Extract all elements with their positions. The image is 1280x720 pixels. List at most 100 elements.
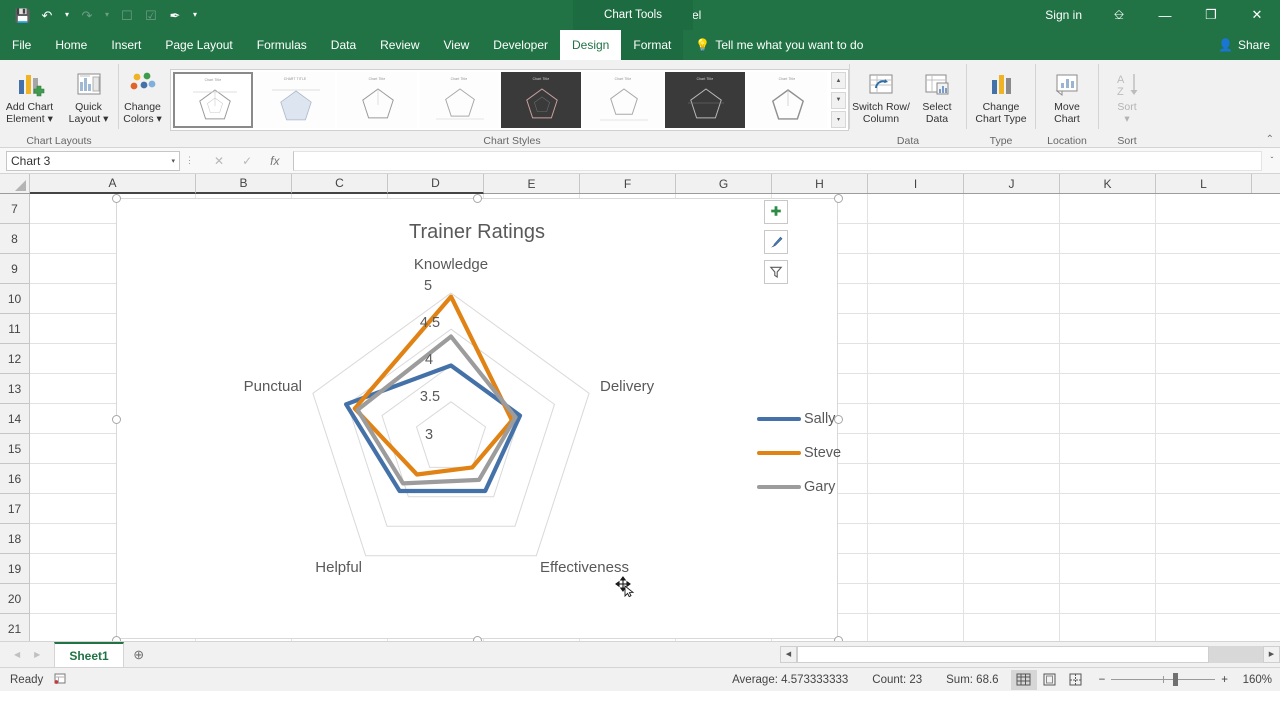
chart-title[interactable]: Trainer Ratings (117, 221, 837, 244)
tab-file[interactable]: File (0, 30, 43, 60)
scrollbar-track[interactable] (797, 645, 1263, 663)
collapse-ribbon-button[interactable]: ⌃ (1266, 134, 1274, 145)
column-header-d[interactable]: D (388, 174, 484, 194)
normal-view-button[interactable] (1010, 669, 1037, 690)
enter-icon[interactable]: ✓ (242, 154, 252, 168)
select-all-button[interactable] (0, 174, 30, 193)
resize-handle-middle-right[interactable] (834, 415, 843, 424)
column-header-c[interactable]: C (292, 174, 388, 194)
horizontal-scrollbar[interactable]: ◀ ▶ (780, 645, 1280, 663)
column-header-h[interactable]: H (772, 174, 868, 193)
chart-styles-gallery[interactable]: Chart Title CHART TITLE Chart Title Char… (170, 69, 849, 131)
tab-view[interactable]: View (432, 30, 482, 60)
resize-handle-middle-left[interactable] (112, 415, 121, 424)
row-header-7[interactable]: 7 (0, 194, 29, 224)
scroll-left-button[interactable]: ◀ (780, 645, 797, 663)
tab-data[interactable]: Data (319, 30, 368, 60)
chart-style-thumb-3[interactable]: Chart Title (337, 72, 417, 128)
column-header-j[interactable]: J (964, 174, 1060, 193)
cancel-icon[interactable]: ✕ (214, 154, 224, 168)
row-header-10[interactable]: 10 (0, 284, 29, 314)
chart-elements-button[interactable] (764, 200, 788, 224)
tell-me-box[interactable]: 💡 Tell me what you want to do (683, 30, 863, 60)
format-painter-icon[interactable]: ✒ (164, 4, 186, 26)
zoom-out-button[interactable]: − (1099, 674, 1106, 686)
resize-handle-top-right[interactable] (834, 194, 843, 203)
column-header-e[interactable]: E (484, 174, 580, 193)
row-header-21[interactable]: 21 (0, 614, 29, 641)
chart-style-thumb-6[interactable]: Chart Title (583, 72, 663, 128)
page-layout-view-button[interactable] (1037, 670, 1063, 690)
chart-style-thumb-7[interactable]: Chart Title (665, 72, 745, 128)
zoom-slider[interactable]: − + (1099, 673, 1228, 686)
row-header-15[interactable]: 15 (0, 434, 29, 464)
zoom-level-label[interactable]: 160% (1228, 674, 1272, 686)
row-header-11[interactable]: 11 (0, 314, 29, 344)
undo-dropdown-icon[interactable]: ▾ (60, 4, 74, 26)
row-header-19[interactable]: 19 (0, 554, 29, 584)
row-header-16[interactable]: 16 (0, 464, 29, 494)
column-header-i[interactable]: I (868, 174, 964, 193)
change-chart-type-button[interactable]: Change Chart Type (967, 64, 1035, 125)
resize-handle-bottom-right[interactable] (834, 636, 843, 641)
insert-function-icon[interactable]: fx (270, 154, 279, 168)
tab-formulas[interactable]: Formulas (245, 30, 319, 60)
scrollbar-thumb[interactable] (797, 645, 1209, 663)
resize-handle-bottom-left[interactable] (112, 636, 121, 641)
tab-page-layout[interactable]: Page Layout (153, 30, 244, 60)
grid-cells[interactable]: Trainer Ratings 5 4.5 4 3.5 3 Knowledge … (30, 194, 1280, 641)
column-header-g[interactable]: G (676, 174, 772, 193)
status-sum[interactable]: Sum: 68.6 (934, 674, 1010, 686)
ribbon-display-options-icon[interactable]: ⎒ (1096, 0, 1142, 30)
sign-in-button[interactable]: Sign in (1031, 8, 1096, 22)
name-box-dropdown-icon[interactable]: ▾ (171, 157, 175, 165)
tab-format[interactable]: Format (621, 30, 684, 60)
formula-input[interactable] (293, 150, 1262, 171)
chart-styles-button[interactable] (764, 230, 788, 254)
quick-layout-button[interactable]: Quick Layout ▾ (59, 64, 118, 125)
row-header-13[interactable]: 13 (0, 374, 29, 404)
save-icon[interactable]: 💾 (12, 4, 34, 26)
column-header-a[interactable]: A (30, 174, 196, 194)
radar-chart-plot[interactable]: 5 4.5 4 3.5 3 Knowledge Delivery Effecti… (117, 199, 839, 640)
customize-qat-icon[interactable]: ▾ (188, 4, 202, 26)
gallery-scroll-up-button[interactable]: ▲ (831, 72, 846, 89)
zoom-track[interactable] (1111, 673, 1216, 686)
column-header-b[interactable]: B (196, 174, 292, 194)
close-button[interactable]: ✕ (1234, 0, 1280, 30)
tab-design[interactable]: Design (560, 30, 622, 60)
legend-item-gary[interactable]: Gary (757, 470, 841, 504)
scroll-right-button[interactable]: ▶ (1263, 645, 1280, 663)
resize-handle-top-left[interactable] (112, 194, 121, 203)
tab-review[interactable]: Review (368, 30, 431, 60)
add-sheet-button[interactable]: ⊕ (124, 642, 154, 667)
minimize-button[interactable]: — (1142, 0, 1188, 30)
record-macro-icon[interactable] (53, 672, 67, 688)
chart-legend[interactable]: Sally Steve Gary (757, 402, 841, 504)
chart-style-thumb-8[interactable]: Chart Title (747, 72, 827, 128)
page-break-preview-button[interactable] (1063, 670, 1089, 690)
undo-icon[interactable]: ↶ (36, 4, 58, 26)
next-sheet-button[interactable]: ▶ (34, 650, 40, 659)
change-colors-button[interactable]: Change Colors ▾ (119, 64, 166, 125)
column-header-l[interactable]: L (1156, 174, 1252, 193)
resize-handle-bottom-center[interactable] (473, 636, 482, 641)
chart-style-thumb-1[interactable]: Chart Title (173, 72, 253, 128)
row-header-20[interactable]: 20 (0, 584, 29, 614)
row-header-9[interactable]: 9 (0, 254, 29, 284)
sheet-tab-sheet1[interactable]: Sheet1 (54, 642, 124, 667)
chart-style-thumb-5[interactable]: Chart Title (501, 72, 581, 128)
column-header-f[interactable]: F (580, 174, 676, 193)
row-header-18[interactable]: 18 (0, 524, 29, 554)
formula-bar-grip[interactable]: ⋮ (180, 155, 200, 166)
status-count[interactable]: Count: 23 (860, 674, 934, 686)
row-header-8[interactable]: 8 (0, 224, 29, 254)
row-header-14[interactable]: 14 (0, 404, 29, 434)
zoom-in-button[interactable]: + (1221, 674, 1228, 686)
row-header-17[interactable]: 17 (0, 494, 29, 524)
gallery-more-button[interactable]: ▾ (831, 111, 846, 128)
gallery-scroll[interactable]: ▲ ▼ ▾ (831, 72, 846, 128)
chart-style-thumb-2[interactable]: CHART TITLE (255, 72, 335, 128)
move-chart-button[interactable]: Move Chart (1036, 64, 1098, 125)
chart-style-thumb-4[interactable]: Chart Title (419, 72, 499, 128)
